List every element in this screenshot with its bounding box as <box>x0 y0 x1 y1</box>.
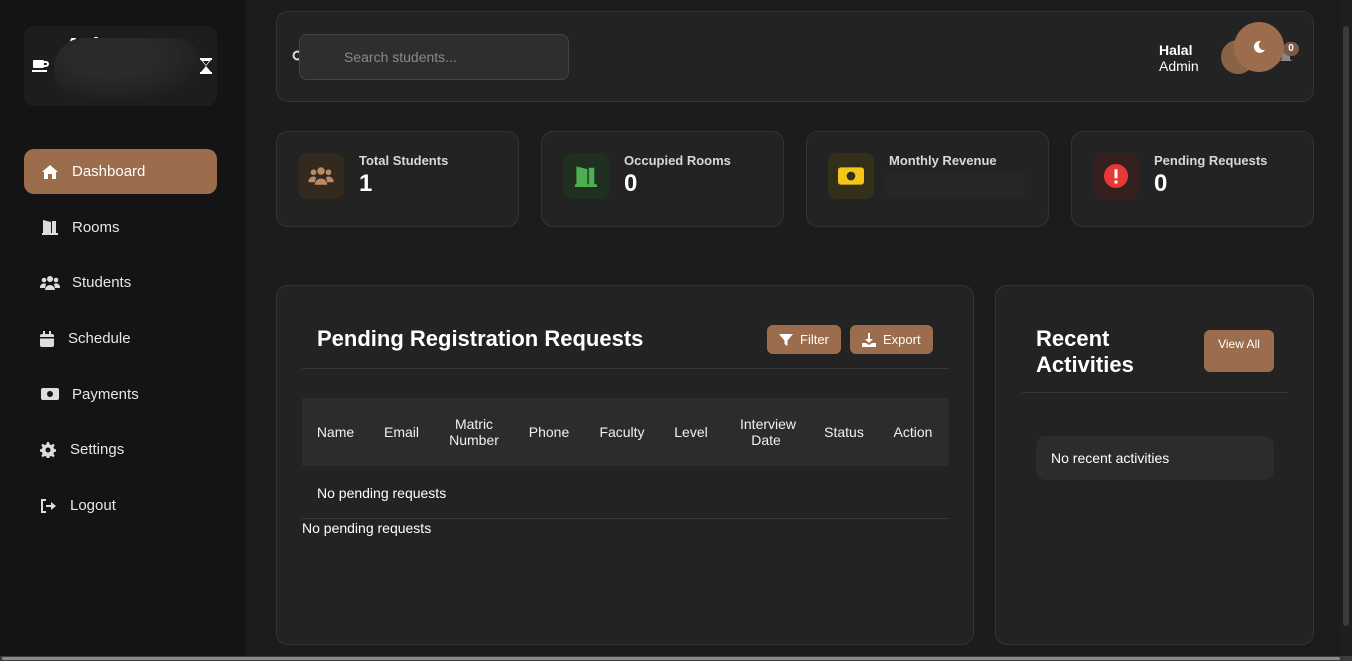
alert-icon <box>1093 153 1139 199</box>
moon-icon <box>1253 40 1265 53</box>
column-header: Matric Number <box>449 416 499 448</box>
stat-card-total-students: Total Students 1 <box>276 131 519 227</box>
sidebar-item-label: Schedule <box>68 330 131 348</box>
stat-value: 0 <box>624 170 638 197</box>
money-icon <box>41 388 59 401</box>
stat-label: Occupied Rooms <box>624 153 731 168</box>
table-header: Name Email Matric Number Phone Faculty L… <box>302 398 949 466</box>
sidebar-item-dashboard[interactable]: Dashboard <box>24 149 217 194</box>
redacted-value <box>885 172 1025 198</box>
user-info[interactable]: Halal Admin <box>1159 42 1199 74</box>
column-header: Status <box>824 424 864 440</box>
coffee-cup-icon <box>32 60 49 72</box>
empty-message: No recent activities <box>1036 436 1274 480</box>
column-header: Action <box>893 424 933 440</box>
scrollbar-thumb[interactable] <box>2 657 1340 660</box>
export-button[interactable]: Export <box>850 325 933 354</box>
stat-label: Monthly Revenue <box>889 153 997 168</box>
sidebar-item-students[interactable]: Students <box>24 260 217 305</box>
divider <box>1022 392 1288 393</box>
stat-card-occupied-rooms: Occupied Rooms 0 <box>541 131 784 227</box>
sidebar: Adm Dashboard Rooms Students Schedule Pa <box>0 0 246 656</box>
horizontal-scrollbar[interactable] <box>0 656 1352 661</box>
sidebar-item-label: Dashboard <box>72 163 146 180</box>
notification-badge: 0 <box>1283 42 1299 56</box>
logout-icon <box>41 498 56 513</box>
door-open-icon <box>563 153 609 199</box>
stat-card-monthly-revenue: Monthly Revenue <box>806 131 1049 227</box>
sidebar-item-schedule[interactable]: Schedule <box>24 316 217 361</box>
search-input[interactable] <box>299 34 569 80</box>
panel-title: Pending Registration Requests <box>317 326 644 351</box>
column-header: Name <box>316 424 355 440</box>
sidebar-item-label: Payments <box>72 385 139 403</box>
filter-button[interactable]: Filter <box>767 325 841 354</box>
scrollbar-thumb[interactable] <box>1343 26 1349 626</box>
sidebar-item-label: Rooms <box>72 218 120 236</box>
door-icon <box>42 220 58 236</box>
empty-message: No pending requests <box>302 520 432 536</box>
top-header: Halal Admin 0 <box>276 11 1314 102</box>
calendar-icon <box>40 330 54 347</box>
export-label: Export <box>883 332 921 347</box>
gear-icon <box>40 441 56 458</box>
panel-title: Recent Activities <box>1036 326 1134 377</box>
view-all-button[interactable]: View All <box>1204 330 1274 372</box>
theme-toggle-button[interactable] <box>1234 22 1284 72</box>
column-header: Level <box>674 424 708 440</box>
sidebar-item-rooms[interactable]: Rooms <box>24 205 217 250</box>
filter-icon <box>779 333 793 346</box>
sidebar-item-payments[interactable]: Payments <box>24 372 217 417</box>
sidebar-item-logout[interactable]: Logout <box>24 483 217 528</box>
column-header: Phone <box>528 424 570 440</box>
users-icon <box>40 275 60 290</box>
divider <box>302 368 949 369</box>
stat-label: Total Students <box>359 153 449 168</box>
brand-redaction <box>54 38 204 100</box>
pending-requests-panel: Pending Registration Requests Filter Exp… <box>276 285 974 645</box>
sidebar-nav: Dashboard Rooms Students Schedule Paymen… <box>24 149 217 539</box>
money-bill-icon <box>828 153 874 199</box>
sidebar-item-label: Logout <box>70 497 116 515</box>
filter-label: Filter <box>800 332 829 347</box>
stat-value: 1 <box>359 170 373 197</box>
sidebar-item-label: Settings <box>70 441 125 459</box>
column-header: Email <box>383 424 419 440</box>
table-row: No pending requests <box>302 466 949 519</box>
stat-card-pending-requests: Pending Requests 0 <box>1071 131 1314 227</box>
download-icon <box>862 332 876 347</box>
column-header: Faculty <box>599 424 645 440</box>
brand: Adm <box>24 26 217 106</box>
sidebar-item-settings[interactable]: Settings <box>24 427 217 472</box>
home-icon <box>42 164 58 179</box>
stat-value: 0 <box>1154 170 1168 197</box>
users-icon <box>298 153 344 199</box>
sidebar-item-label: Students <box>72 274 132 292</box>
hourglass-icon[interactable] <box>200 58 212 74</box>
vertical-scrollbar[interactable] <box>1340 0 1352 656</box>
user-role: Admin <box>1159 58 1199 74</box>
column-header: Interview Date <box>740 416 797 448</box>
recent-activities-panel: Recent Activities View All No recent act… <box>995 285 1314 645</box>
user-name: Halal <box>1159 42 1193 58</box>
stat-label: Pending Requests <box>1154 153 1268 168</box>
